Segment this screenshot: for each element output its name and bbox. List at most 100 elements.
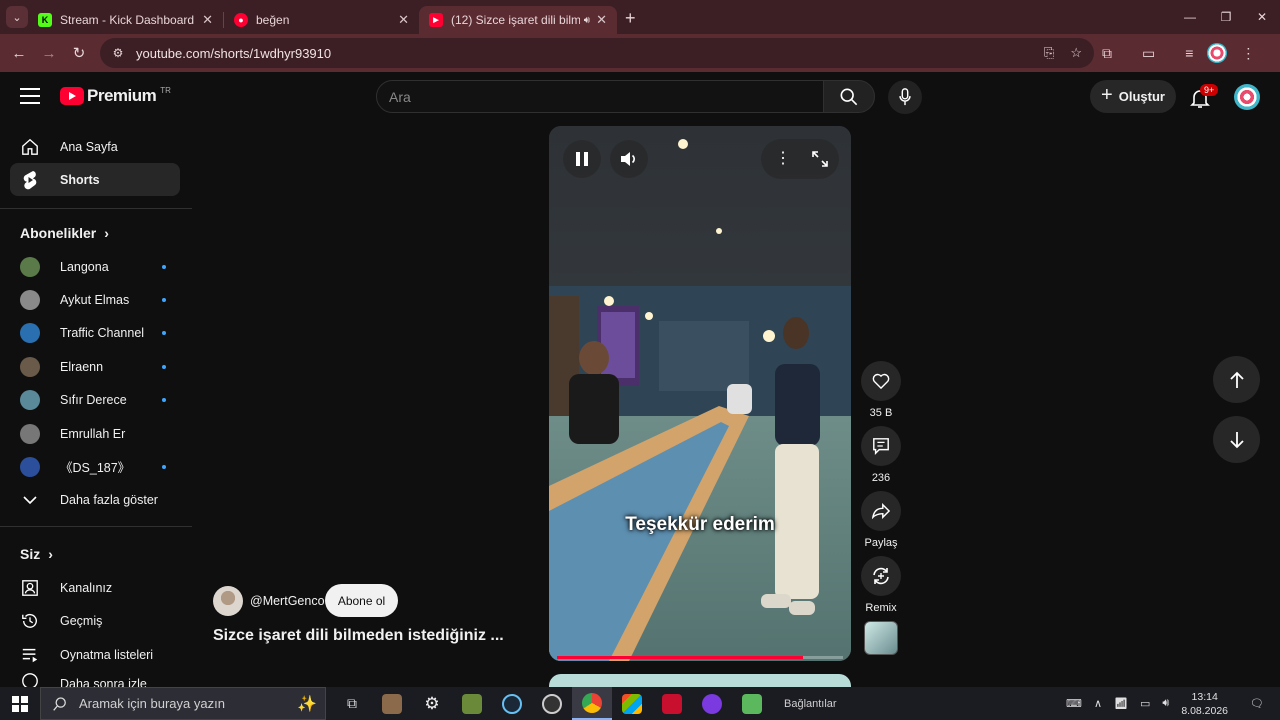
obs-icon[interactable] bbox=[532, 687, 572, 720]
sidebar-item-playlists[interactable]: Oynatma listeleri bbox=[10, 638, 180, 671]
sidebar-item-subscription[interactable]: 《DS_187》 bbox=[10, 450, 180, 483]
like-button[interactable] bbox=[861, 361, 901, 401]
back-icon[interactable]: ← bbox=[4, 38, 34, 68]
speaker-icon[interactable]: 🔊︎ bbox=[584, 15, 590, 26]
comment-action[interactable]: 236 bbox=[861, 426, 901, 484]
comment-button[interactable] bbox=[861, 426, 901, 466]
close-tab-icon[interactable]: ✕ bbox=[202, 12, 213, 28]
keyboard-icon[interactable]: ⌨ bbox=[1066, 697, 1082, 710]
connections-label[interactable]: Bağlantılar bbox=[784, 698, 837, 710]
profile-avatar-icon[interactable] bbox=[1207, 43, 1228, 63]
reload-icon[interactable]: ↻ bbox=[64, 38, 94, 68]
account-avatar[interactable] bbox=[1234, 84, 1260, 110]
video-title[interactable]: Sizce işaret dili bilmeden istediğiniz .… bbox=[213, 627, 504, 645]
tab-begen[interactable]: ● beğen ✕ bbox=[224, 6, 419, 34]
network-icon[interactable]: 📶︎ bbox=[1114, 697, 1128, 710]
minimize-icon[interactable]: — bbox=[1172, 0, 1208, 34]
like-action[interactable]: 35 B bbox=[861, 361, 901, 419]
chevron-up-icon[interactable]: ∧ bbox=[1094, 697, 1102, 710]
pause-button[interactable] bbox=[563, 140, 601, 178]
you-heading[interactable]: Siz › bbox=[20, 546, 53, 562]
plus-icon: + bbox=[1101, 84, 1113, 106]
forward-icon[interactable]: → bbox=[34, 38, 64, 68]
taskbar-search[interactable]: Aramak için buraya yazın ✨ bbox=[40, 687, 326, 720]
search-input[interactable] bbox=[389, 88, 823, 105]
tab-kick[interactable]: K Stream - Kick Dashboard ✕ bbox=[28, 6, 223, 34]
url-bar[interactable]: ⚙ youtube.com/shorts/1wdhyr93910 ⎘ ☆ bbox=[100, 38, 1094, 68]
browser-menu-icon[interactable]: ⋮ bbox=[1241, 45, 1255, 62]
speaker-icon[interactable]: 🔊︎ bbox=[1162, 697, 1169, 710]
sidebar-item-your-channel[interactable]: Kanalınız bbox=[10, 571, 180, 604]
menu-icon[interactable] bbox=[20, 88, 40, 104]
clock[interactable]: 13:14 8.08.2026 bbox=[1181, 690, 1228, 718]
sidebar-item-label: Daha fazla göster bbox=[60, 492, 158, 507]
minecraft-icon[interactable] bbox=[452, 687, 492, 720]
site-info-icon[interactable]: ⚙ bbox=[110, 45, 126, 61]
remix-action[interactable]: Remix bbox=[861, 556, 901, 614]
app-icon-game[interactable] bbox=[372, 687, 412, 720]
task-view-icon[interactable]: ⧉ bbox=[332, 687, 372, 720]
shorts-video-player[interactable]: ⋮ Teşekkür ederim bbox=[549, 126, 851, 661]
install-app-icon[interactable]: ⎘ bbox=[1044, 45, 1054, 61]
search-button[interactable] bbox=[823, 80, 875, 113]
tab-search-button[interactable]: ⌄ bbox=[6, 6, 28, 28]
subscribe-button[interactable]: Abone ol bbox=[325, 584, 398, 617]
channel-avatar bbox=[20, 289, 40, 310]
steam-icon[interactable] bbox=[492, 687, 532, 720]
sound-thumbnail[interactable] bbox=[864, 621, 898, 655]
voice-search-button[interactable] bbox=[888, 80, 922, 114]
show-more-button[interactable]: Daha fazla göster bbox=[10, 483, 180, 516]
app-icon-green-cube[interactable] bbox=[732, 687, 772, 720]
settings-icon[interactable]: ⚙ bbox=[412, 687, 452, 720]
sidebar-item-label: Traffic Channel bbox=[60, 325, 145, 340]
subscriptions-heading[interactable]: Abonelikler › bbox=[20, 225, 109, 241]
share-action[interactable]: Paylaş bbox=[861, 491, 901, 549]
sidebar-item-subscription[interactable]: Elraenn bbox=[10, 350, 180, 383]
sidebar-item-subscription[interactable]: Aykut Elmas bbox=[10, 283, 180, 316]
previous-short-button[interactable] bbox=[1213, 356, 1260, 403]
sidebar-item-subscription[interactable]: Traffic Channel bbox=[10, 316, 180, 349]
channel-name[interactable]: @MertGenco bbox=[250, 594, 325, 608]
sidebar-item-subscription[interactable]: Langona bbox=[10, 250, 180, 283]
reading-mode-icon[interactable]: ▭ bbox=[1142, 45, 1155, 62]
battery-icon[interactable]: ▭ bbox=[1140, 697, 1150, 710]
remix-button[interactable] bbox=[861, 556, 901, 596]
next-short-button[interactable] bbox=[1213, 416, 1260, 463]
tab-youtube-shorts[interactable]: ▶ (12) Sizce işaret dili bilmeden 🔊︎ ✕ bbox=[419, 6, 617, 34]
extensions-icon[interactable]: ⧉ bbox=[1102, 45, 1112, 62]
sidebar-item-history[interactable]: Geçmiş bbox=[10, 604, 180, 637]
sidebar-item-subscription[interactable]: Sıfır Derece bbox=[10, 383, 180, 416]
app-icon-red[interactable] bbox=[652, 687, 692, 720]
chrome-icon[interactable] bbox=[572, 687, 612, 720]
close-tab-icon[interactable]: ✕ bbox=[596, 12, 607, 28]
start-button[interactable] bbox=[0, 687, 40, 720]
media-control-icon[interactable]: ≡ bbox=[1185, 45, 1193, 61]
create-button[interactable]: + Oluştur bbox=[1090, 80, 1176, 113]
channel-avatar[interactable] bbox=[213, 586, 243, 616]
fullscreen-icon[interactable] bbox=[812, 151, 828, 167]
channel-avatar bbox=[20, 356, 40, 377]
app-icon-purple[interactable] bbox=[692, 687, 732, 720]
notification-center-icon[interactable]: 🗨︎ bbox=[1250, 697, 1264, 710]
youtube-premium-logo[interactable]: Premium TR bbox=[60, 86, 171, 106]
more-options-icon[interactable]: ⋮ bbox=[775, 148, 791, 168]
volume-button[interactable] bbox=[610, 140, 648, 178]
sparkle-icon: ✨ bbox=[297, 695, 317, 713]
bookmark-star-icon[interactable]: ☆ bbox=[1070, 45, 1082, 61]
share-button[interactable] bbox=[861, 491, 901, 531]
close-window-icon[interactable]: ✕ bbox=[1244, 0, 1280, 34]
microsoft-store-icon[interactable] bbox=[612, 687, 652, 720]
sidebar-item-home[interactable]: Ana Sayfa bbox=[10, 130, 180, 163]
sidebar-item-subscription[interactable]: Emrullah Er bbox=[10, 417, 180, 450]
sidebar-item-shorts[interactable]: Shorts bbox=[10, 163, 180, 196]
sidebar-item-label: Kanalınız bbox=[60, 580, 113, 595]
notification-badge: 9+ bbox=[1200, 84, 1219, 96]
progress-bar[interactable] bbox=[557, 656, 843, 659]
maximize-icon[interactable]: ❐ bbox=[1208, 0, 1244, 34]
new-tab-button[interactable]: + bbox=[625, 8, 636, 29]
arrow-up-icon bbox=[1229, 371, 1244, 388]
sidebar-item-watch-later[interactable]: Daha sonra izle bbox=[10, 671, 180, 688]
shorts-icon bbox=[20, 170, 40, 190]
close-tab-icon[interactable]: ✕ bbox=[398, 12, 409, 28]
comment-icon bbox=[873, 438, 889, 455]
